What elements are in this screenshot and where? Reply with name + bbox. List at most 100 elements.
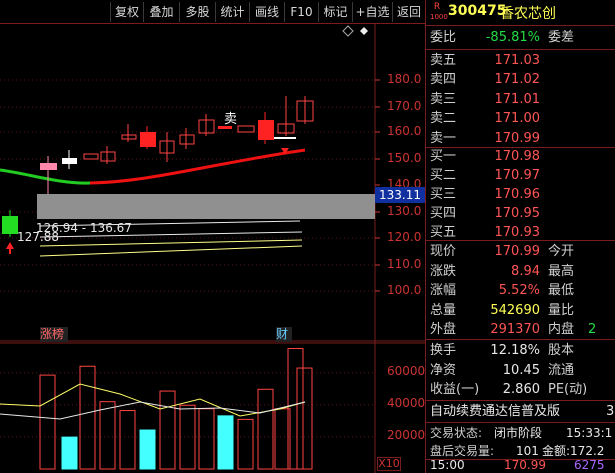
statistics-button[interactable]: 统计 [215,2,249,22]
quote-panel: R 1000 300475 香农芯创 委比 -85.81% 委差 卖五 171.0… [425,0,615,473]
row-value: 12.18% [490,343,540,358]
y-tick: 170.0 [387,99,422,113]
row-value-2: 2 [588,322,597,337]
tag-zhangbang[interactable]: 涨榜 [40,327,68,342]
ad-banner[interactable]: 自动续费通达信普及版 30 [428,401,615,422]
row-label: 现价 [430,244,457,259]
row-value: 2.860 [502,382,540,397]
quote-row: 卖五 171.03 [428,50,615,71]
tag-cai[interactable]: 财 [276,327,292,342]
row-label: 涨幅 [430,283,457,298]
current-price-tag: 133.11 [375,187,425,203]
y-tick: 100.0 [387,283,422,297]
quote-row: 涨跌 8.94 最高 [428,261,615,282]
row-label: 涨跌 [430,263,457,279]
draw-line-button[interactable]: 画线 [249,2,284,22]
vol-tick: 20000 [387,428,426,442]
row-label-2: PE(动) [548,382,588,397]
row-label-2: 最低 [548,283,575,298]
fuquan-button[interactable]: 复权 [110,2,143,22]
volume-bar [198,408,215,470]
volume-bar [99,401,116,470]
volume-bar [139,429,156,470]
volume-bar [79,365,96,470]
last-vol: 6275 [574,458,605,472]
row-value: 10.45 [502,362,540,378]
quote-row: 卖二 171.00 [428,108,615,129]
volume-bar [237,418,254,470]
row-value: 542690 [490,302,540,318]
sell-marker: 卖 [224,112,238,127]
row-label: 买四 [430,206,457,221]
row-value: 170.96 [494,187,541,202]
quote-row: 卖三 171.01 [428,89,615,110]
row-label-2: 内盘 [548,322,575,337]
low-marker-label: 127.88 [17,230,59,244]
quote-row: 买四 170.95 [428,203,615,224]
multi-stock-button[interactable]: 多股 [179,2,215,22]
last-trade-row: 15:00 170.99 6275 [428,458,615,473]
y-tick: 160.0 [387,124,422,138]
row-label: 卖二 [430,111,457,127]
row-value: 5.52% [498,283,540,298]
volume-bar [217,415,234,470]
candle [62,158,77,164]
row-value: 171.02 [494,72,541,88]
stock-code: 300475 [448,3,507,19]
row-label-2: 今开 [548,244,575,259]
back-button[interactable]: 返回 [392,2,425,22]
candle [140,132,156,147]
row-value: 171.01 [494,91,541,107]
up-arrow-marker [6,242,14,254]
candle [40,163,57,170]
quote-row: 总量 542690 量比 [428,300,615,321]
weicha-label: 委差 [548,30,575,45]
last-time: 15:00 [430,458,465,472]
row-label: 卖五 [430,53,457,68]
candle [274,137,296,139]
candle [237,125,255,133]
candle [121,134,137,140]
diamond-filled-icon [360,27,368,35]
overlay-button[interactable]: 叠加 [143,2,179,22]
weibi-value: -85.81% [485,30,540,45]
badge-sub: 1000 [430,13,448,21]
row-value: 171.00 [494,111,541,127]
stock-name: 香农芯创 [500,6,556,22]
row-value: 170.97 [494,168,541,183]
badge-letter: R [433,2,441,12]
weibi-row: 委比 -85.81% 委差 [428,27,615,48]
quote-row: 现价 170.99 今开 [428,241,615,262]
row-value: 171.03 [494,53,541,68]
row-label: 总量 [430,302,457,318]
weibi-label: 委比 [430,30,457,45]
last-price: 170.99 [504,458,546,472]
mark-button[interactable]: 标记 [318,2,352,22]
candle [258,120,274,140]
row-label: 买三 [430,187,457,202]
candle [179,134,195,145]
y-tick: 110.0 [387,257,422,271]
row-label: 买二 [430,168,457,183]
vol-tick: 40000 [387,396,426,410]
volume-bar [296,367,313,470]
y-tick: 120.0 [387,230,422,244]
f10-button[interactable]: F10 [284,2,318,22]
row-value: 170.95 [494,206,541,221]
row-label: 买一 [430,149,457,164]
row-value: 8.94 [511,263,540,279]
quote-row: 买三 170.96 [428,184,615,205]
quote-row: 换手 12.18% 股本 [428,340,615,361]
vol-tick: 60000 [387,364,426,378]
kline-svg [0,24,425,473]
row-label: 卖四 [430,72,457,88]
add-watchlist-button[interactable]: +自选 [352,2,392,22]
y-tick: 180.0 [387,72,422,86]
row-label-2: 股本 [548,343,575,358]
candle [83,153,99,160]
ad-text[interactable]: 自动续费通达信普及版 [430,401,560,422]
vol-unit-label: X10 [377,457,401,471]
kline-chart[interactable]: 180.0 170.0 160.0 150.0 140.0 130.0 120.… [0,24,425,473]
y-tick: 130.0 [387,204,422,218]
quote-row: 外盘 291370 内盘 2 [428,319,615,340]
